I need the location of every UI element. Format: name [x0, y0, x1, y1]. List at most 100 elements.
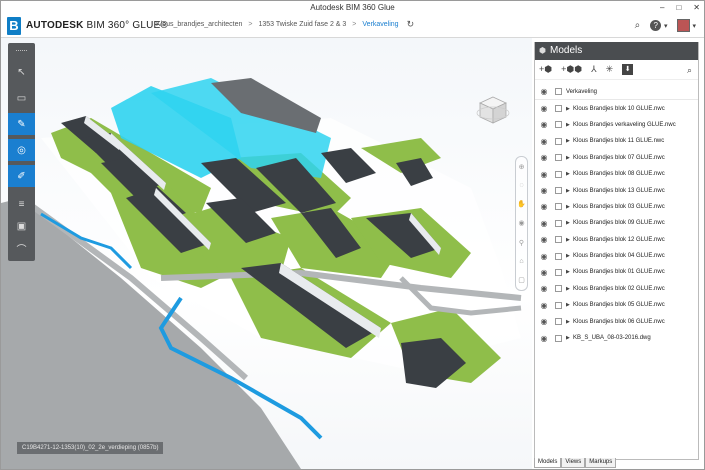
eye-icon[interactable]: ◉: [535, 202, 553, 211]
maximize-button[interactable]: □: [676, 1, 681, 14]
eye-icon[interactable]: ◉: [535, 137, 553, 146]
search-icon[interactable]: ⌕: [687, 65, 692, 76]
list-item[interactable]: ◉ ▶ Klous Brandjes verkaveling GLUE.nwc: [535, 117, 698, 133]
model-checkbox[interactable]: [555, 137, 562, 145]
add-model-icon[interactable]: +⬢: [539, 64, 552, 75]
add-merged-model-icon[interactable]: +⬢⬢: [561, 64, 582, 75]
tab-markups[interactable]: Markups: [585, 458, 617, 468]
model-checkbox[interactable]: [555, 334, 562, 342]
list-item[interactable]: ◉ ▶ Klous Brandjes blok 11 GLUE.nwc: [535, 133, 698, 149]
close-button[interactable]: ✕: [693, 1, 700, 14]
walk-icon[interactable]: ⚲: [519, 239, 524, 247]
model-checkbox[interactable]: [555, 318, 562, 326]
list-item[interactable]: ◉ ▶ Klous Brandjes blok 02 GLUE.nwc: [535, 281, 698, 297]
model-checkbox[interactable]: [555, 105, 562, 113]
fit-icon[interactable]: ▢: [518, 276, 525, 284]
list-item[interactable]: ◉ ▶ Klous Brandjes blok 04 GLUE.nwc: [535, 248, 698, 264]
list-item[interactable]: ◉ ▶ KB_S_UBA_08-03-2016.dwg: [535, 330, 698, 346]
expand-arrow-icon[interactable]: ▶: [566, 138, 570, 144]
model-checkbox[interactable]: [555, 170, 562, 178]
clash-tool[interactable]: ◎: [8, 139, 35, 161]
select-all-checkbox[interactable]: [555, 88, 562, 96]
eye-icon[interactable]: ◉: [535, 186, 553, 195]
model-checkbox[interactable]: [555, 203, 562, 211]
eye-icon[interactable]: ◉: [535, 252, 553, 261]
model-checkbox[interactable]: [555, 219, 562, 227]
list-item[interactable]: ◉ ▶ Klous Brandjes blok 05 GLUE.nwc: [535, 297, 698, 313]
model-checkbox[interactable]: [555, 187, 562, 195]
eye-icon[interactable]: ◉: [535, 301, 553, 310]
download-icon[interactable]: ⬇: [622, 64, 634, 75]
model-checkbox[interactable]: [555, 121, 562, 129]
model-checkbox[interactable]: [555, 236, 562, 244]
model-checkbox[interactable]: [555, 154, 562, 162]
expand-arrow-icon[interactable]: ▶: [566, 286, 570, 292]
model-checkbox[interactable]: [555, 252, 562, 260]
expand-arrow-icon[interactable]: ▶: [566, 253, 570, 259]
eye-icon[interactable]: ◉: [535, 219, 553, 228]
expand-arrow-icon[interactable]: ▶: [566, 335, 570, 341]
breadcrumb-model[interactable]: Verkaveling: [362, 21, 398, 30]
navigation-bar[interactable]: ⊕ ◌ ✋ ◉ ⚲ ⌂ ▢: [515, 156, 528, 291]
tab-models[interactable]: Models: [534, 458, 562, 468]
list-item[interactable]: ◉ ▶ Klous Brandjes blok 07 GLUE.nwc: [535, 150, 698, 166]
expand-arrow-icon[interactable]: ▶: [566, 237, 570, 243]
3d-viewport[interactable]: ⊕ ◌ ✋ ◉ ⚲ ⌂ ▢: [1, 38, 532, 469]
expand-arrow-icon[interactable]: ▶: [566, 122, 570, 128]
expand-arrow-icon[interactable]: ▶: [566, 220, 570, 226]
eye-icon[interactable]: ◉: [535, 268, 553, 277]
share-icon[interactable]: ⅄: [591, 64, 597, 75]
expand-arrow-icon[interactable]: ▶: [566, 319, 570, 325]
user-menu[interactable]: ▾: [677, 19, 696, 32]
list-item[interactable]: ◉ ▶ Klous Brandjes blok 10 GLUE.nwc: [535, 100, 698, 116]
orbit-icon[interactable]: ◌: [519, 182, 523, 189]
expand-arrow-icon[interactable]: ▶: [566, 106, 570, 112]
list-item[interactable]: ◉ ▶ Klous Brandjes blok 09 GLUE.nwc: [535, 215, 698, 231]
expand-arrow-icon[interactable]: ▶: [566, 204, 570, 210]
minimize-button[interactable]: –: [660, 1, 664, 14]
zoom-icon[interactable]: ⊕: [519, 163, 525, 171]
expand-arrow-icon[interactable]: ▶: [566, 155, 570, 161]
select-tool[interactable]: ↖: [8, 61, 35, 83]
model-checkbox[interactable]: [555, 268, 562, 276]
search-icon[interactable]: ⌕: [635, 20, 641, 31]
list-item[interactable]: ◉ ▶ Klous Brandjes blok 06 GLUE.nwc: [535, 313, 698, 329]
measure-tool[interactable]: ▭: [8, 87, 35, 109]
compare-tool[interactable]: ▣: [8, 215, 35, 237]
help-menu[interactable]: ? ▾: [650, 20, 667, 31]
home-icon[interactable]: ⌂: [519, 258, 523, 265]
markup-tool[interactable]: ✎: [8, 113, 35, 135]
eye-icon[interactable]: ◉: [535, 104, 553, 113]
list-item[interactable]: ◉ ▶ Klous Brandjes blok 01 GLUE.nwc: [535, 264, 698, 280]
eye-icon[interactable]: ◉: [535, 284, 553, 293]
tab-views[interactable]: Views: [561, 458, 586, 468]
refresh-icon[interactable]: ↻: [407, 19, 415, 30]
expand-arrow-icon[interactable]: ▶: [566, 188, 570, 194]
list-header-row[interactable]: ◉ Verkaveling: [535, 84, 698, 101]
expand-arrow-icon[interactable]: ▶: [566, 269, 570, 275]
pan-icon[interactable]: ✋: [517, 200, 526, 208]
eye-icon[interactable]: ◉: [535, 120, 553, 129]
eye-icon[interactable]: ◉: [535, 87, 553, 96]
attach-tool[interactable]: ⌒: [8, 237, 35, 259]
viewcube[interactable]: [476, 93, 510, 127]
model-checkbox[interactable]: [555, 285, 562, 293]
list-item[interactable]: ◉ ▶ Klous Brandjes blok 12 GLUE.nwc: [535, 232, 698, 248]
eye-icon[interactable]: ◉: [535, 334, 553, 343]
list-item[interactable]: ◉ ▶ Klous Brandjes blok 03 GLUE.nwc: [535, 199, 698, 215]
paint-tool[interactable]: ✐: [8, 165, 35, 187]
eye-icon[interactable]: ◉: [535, 317, 553, 326]
list-item[interactable]: ◉ ▶ Klous Brandjes blok 13 GLUE.nwc: [535, 182, 698, 198]
breadcrumb-project[interactable]: 1353 Twiske Zuid fase 2 & 3: [258, 21, 346, 30]
eye-icon[interactable]: ◉: [535, 170, 553, 179]
expand-arrow-icon[interactable]: ▶: [566, 171, 570, 177]
model-checkbox[interactable]: [555, 301, 562, 309]
eye-icon[interactable]: ◉: [535, 153, 553, 162]
look-icon[interactable]: ◉: [518, 219, 524, 227]
toolbar-grip[interactable]: [16, 50, 27, 52]
expand-arrow-icon[interactable]: ▶: [566, 302, 570, 308]
list-item[interactable]: ◉ ▶ Klous Brandjes blok 08 GLUE.nwc: [535, 166, 698, 182]
list-tool[interactable]: ≡: [8, 193, 35, 215]
eye-icon[interactable]: ◉: [535, 235, 553, 244]
settings-icon[interactable]: ✳: [606, 64, 614, 75]
